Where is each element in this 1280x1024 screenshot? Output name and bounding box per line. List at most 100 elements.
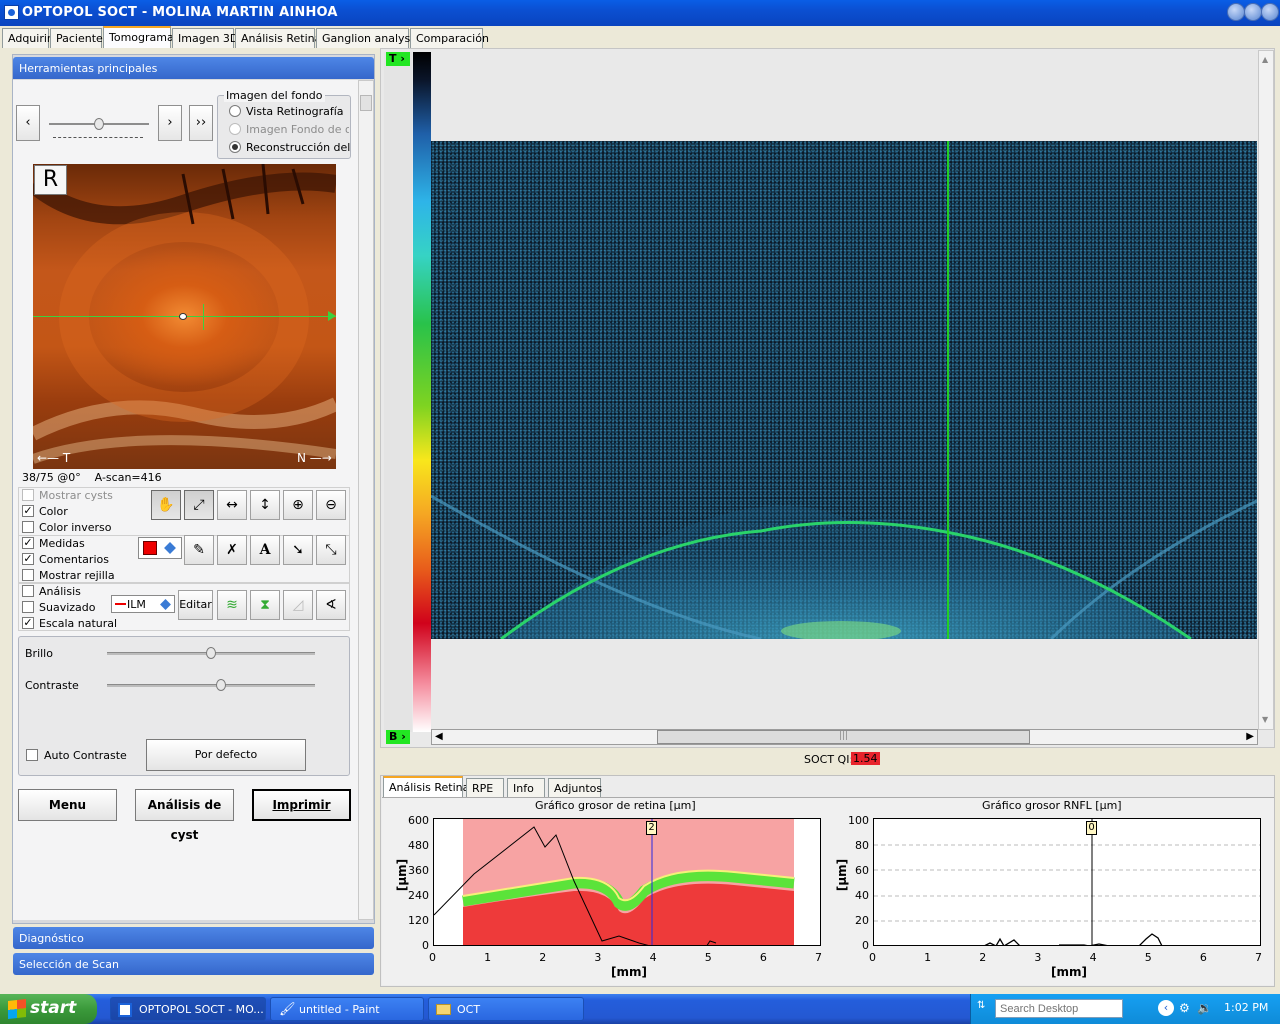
tab-analisis-retina[interactable]: Análisis Retina (235, 28, 321, 48)
text-tool-icon[interactable]: A (250, 535, 280, 565)
retina-thickness-plot[interactable]: 2 (433, 818, 821, 946)
checkbox-label: Escala natural (39, 617, 118, 630)
auto-contraste-checkbox[interactable] (26, 749, 38, 761)
left-scroll-thumb[interactable] (360, 95, 372, 111)
prev-scan-button[interactable]: ‹ (16, 105, 40, 141)
scan-slider-thumb[interactable] (94, 118, 104, 130)
radio-imagen-fondo-label: Imagen Fondo de ojo (246, 123, 349, 136)
layer-select-value: ILM (127, 598, 146, 611)
task-optopol[interactable]: OPTOPOL SOCT - MO... (110, 997, 266, 1021)
segment-icon[interactable]: ⧗ (250, 590, 280, 620)
scroll-down-icon[interactable]: ▼ (1262, 715, 1268, 724)
fit-width-icon[interactable]: ↔ (217, 490, 247, 520)
radio-vista-retinografia-label: Vista Retinografía (246, 105, 344, 118)
layers-icon[interactable]: ≋ (217, 590, 247, 620)
diagnostico-header[interactable]: Diagnóstico (13, 927, 374, 949)
hand-tool-icon[interactable]: ✋ (151, 490, 181, 520)
main-tools-header[interactable]: Herramientas principales (13, 57, 374, 79)
retina-dome (501, 505, 1191, 639)
checkbox-escala-natural[interactable]: ✓ (22, 617, 34, 629)
erase-measure-icon[interactable]: ✗ (217, 535, 247, 565)
menu-button[interactable]: Menu (18, 789, 117, 821)
intensity-colorbar (413, 52, 431, 732)
checkbox-mostrar-cysts[interactable] (22, 489, 34, 501)
minimize-button[interactable] (1227, 3, 1245, 21)
task-paint[interactable]: 🖌 untitled - Paint (270, 997, 424, 1021)
rnfl-thickness-plot[interactable]: 0 (873, 818, 1261, 946)
seleccion-scan-header[interactable]: Selección de Scan (13, 953, 374, 975)
scroll-up-icon[interactable]: ▲ (1262, 55, 1268, 64)
edit-button[interactable]: Editar (178, 590, 213, 620)
draw-pen-icon[interactable]: ✎ (184, 535, 214, 565)
checkbox-medidas[interactable]: ✓ (22, 537, 34, 549)
checkbox-comentarios[interactable]: ✓ (22, 553, 34, 565)
tab-tomograma[interactable]: Tomograma (103, 26, 174, 48)
layer-select[interactable]: ILM (111, 595, 175, 613)
start-button[interactable]: start (0, 994, 97, 1024)
volume-icon[interactable]: 🔉 (1197, 1001, 1212, 1015)
brillo-slider-thumb[interactable] (206, 647, 216, 659)
tab-paciente[interactable]: Paciente (50, 28, 103, 48)
checkbox-analisis[interactable] (22, 585, 34, 597)
paint-app-icon: 🖌 (279, 1002, 296, 1017)
fast-forward-button[interactable]: ›› (189, 105, 213, 141)
tab-adquirir[interactable]: Adquirir (2, 28, 51, 48)
bottom-marker[interactable]: B › (386, 730, 410, 744)
checkbox-suavizado[interactable] (22, 601, 34, 613)
zoom-out-icon[interactable]: ⊖ (316, 490, 346, 520)
checkbox-color[interactable]: ✓ (22, 505, 34, 517)
tray-expand-icon[interactable]: ‹ (1158, 1000, 1174, 1016)
top-marker[interactable]: T › (386, 52, 410, 66)
fundus-image[interactable]: R ←— T N —→ (33, 164, 336, 469)
checkbox-color-inverso[interactable] (22, 521, 34, 533)
tab-ganglion-analysis[interactable]: Ganglion analysis (316, 28, 419, 48)
checkbox-mostrar-rejilla[interactable] (22, 569, 34, 581)
scroll-right-icon[interactable]: ▶ (1246, 731, 1254, 742)
task-oct-folder[interactable]: OCT (428, 997, 584, 1021)
tab-imagen-3d[interactable]: Imagen 3D (172, 28, 238, 48)
angle-disabled-icon[interactable]: ◿ (283, 590, 313, 620)
tab-adjuntos[interactable]: Adjuntos (548, 778, 602, 797)
radio-vista-retinografia[interactable] (229, 105, 241, 117)
search-desktop-input[interactable] (995, 999, 1123, 1018)
tomogram-vscroll[interactable]: ▲ ▼ (1258, 50, 1274, 730)
zoom-in-icon[interactable]: ⊕ (283, 490, 313, 520)
contraste-slider[interactable] (107, 684, 315, 687)
cyst-analysis-button[interactable]: Análisis de cyst (135, 789, 234, 842)
network-icon[interactable]: ⚙ (1179, 1001, 1190, 1015)
chevron-down-icon (160, 599, 171, 610)
layer-color-line (115, 603, 126, 605)
tab-rpe[interactable]: RPE (466, 778, 504, 797)
scroll-left-icon[interactable]: ◀ (435, 731, 443, 742)
distance-tool-icon[interactable]: ⤡ (316, 535, 346, 565)
search-options-icon[interactable]: ⇅ (977, 1000, 985, 1011)
print-button[interactable]: Imprimir (252, 789, 351, 821)
hscroll-thumb[interactable]: ||| (657, 730, 1030, 744)
fovea-marker (179, 313, 187, 320)
fit-image-icon[interactable]: ⤢ (184, 490, 214, 520)
fit-height-icon[interactable]: ↕ (250, 490, 280, 520)
retina-xtick-label: 6 (759, 951, 767, 964)
colorbar-frame (384, 52, 412, 732)
tomogram-cursor-line[interactable] (947, 141, 949, 639)
checkbox-label: Color inverso (39, 521, 112, 534)
color-picker[interactable] (138, 537, 182, 559)
tomogram-bottom-blank (431, 639, 1257, 729)
angle-tool-icon[interactable]: ∢ (316, 590, 346, 620)
por-defecto-button[interactable]: Por defecto (146, 739, 306, 771)
maximize-button[interactable] (1244, 3, 1262, 21)
tomogram-image[interactable] (431, 141, 1257, 639)
radio-reconstruccion-label: Reconstrucción del fon (246, 141, 351, 154)
pointer-arrow-icon[interactable]: ➘ (283, 535, 313, 565)
left-panel-scrollbar[interactable] (358, 80, 374, 920)
tab-analisis-retina-bottom[interactable]: Análisis Retina (383, 776, 469, 797)
radio-reconstruccion[interactable] (229, 141, 241, 153)
next-scan-button[interactable]: › (158, 105, 182, 141)
tab-comparacion[interactable]: Comparación (410, 28, 489, 48)
tab-info[interactable]: Info (507, 778, 545, 797)
close-button[interactable] (1261, 3, 1279, 21)
radio-imagen-fondo[interactable] (229, 123, 241, 135)
tomogram-hscroll[interactable]: ◀ ||| ▶ (431, 729, 1258, 745)
rnfl-ytick-label: 0 (862, 939, 869, 952)
